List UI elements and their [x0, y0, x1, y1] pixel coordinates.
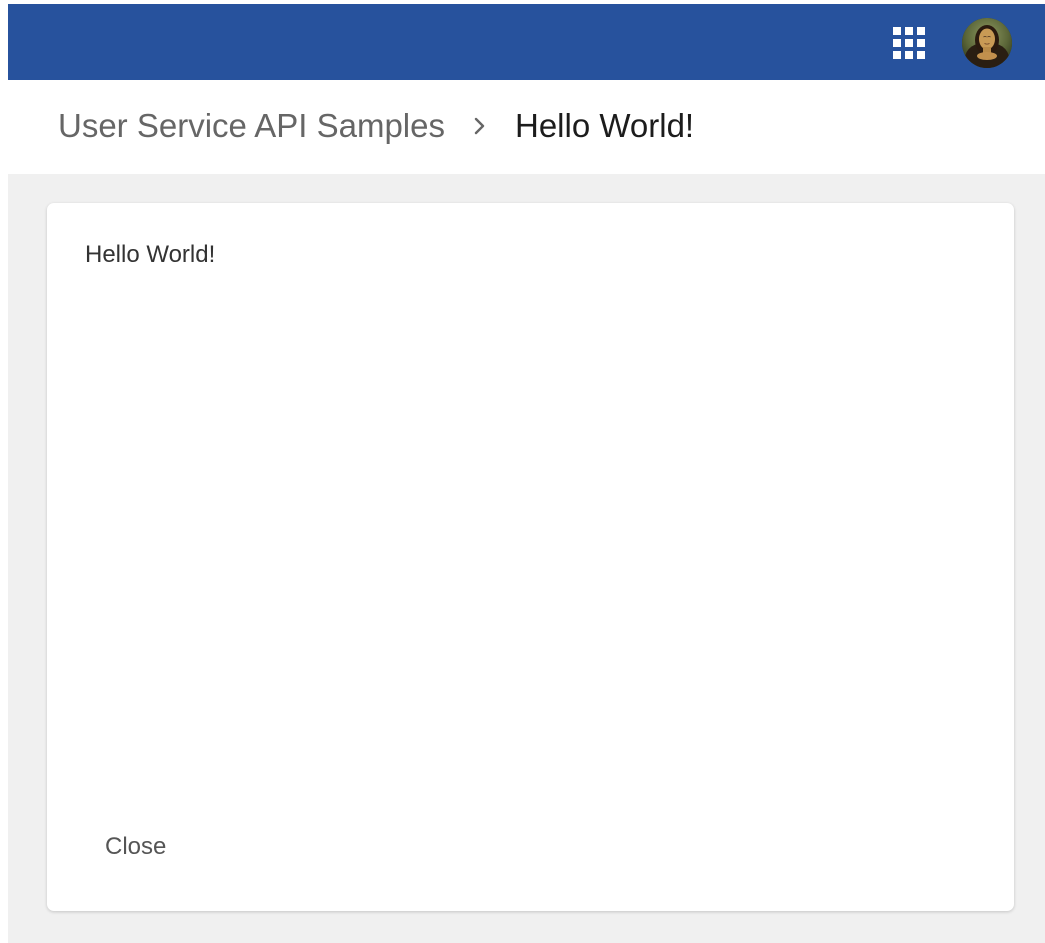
breadcrumb: User Service API Samples Hello World!: [58, 104, 694, 148]
content-card: Hello World! Close: [47, 203, 1014, 911]
chevron-right-icon: [473, 111, 493, 141]
breadcrumb-parent-link[interactable]: User Service API Samples: [58, 107, 445, 145]
user-avatar[interactable]: [962, 18, 1012, 68]
apps-launcher-button[interactable]: [892, 26, 926, 60]
app-frame: User Service API Samples Hello World! He…: [8, 4, 1045, 943]
top-app-bar: [8, 4, 1045, 80]
page-header: User Service API Samples Hello World!: [8, 80, 1045, 174]
portrait-avatar-icon: [962, 18, 1012, 68]
breadcrumb-current: Hello World!: [514, 107, 695, 144]
card-message: Hello World!: [85, 241, 216, 268]
apps-grid-icon: [893, 27, 925, 59]
close-button[interactable]: Close: [87, 825, 184, 869]
